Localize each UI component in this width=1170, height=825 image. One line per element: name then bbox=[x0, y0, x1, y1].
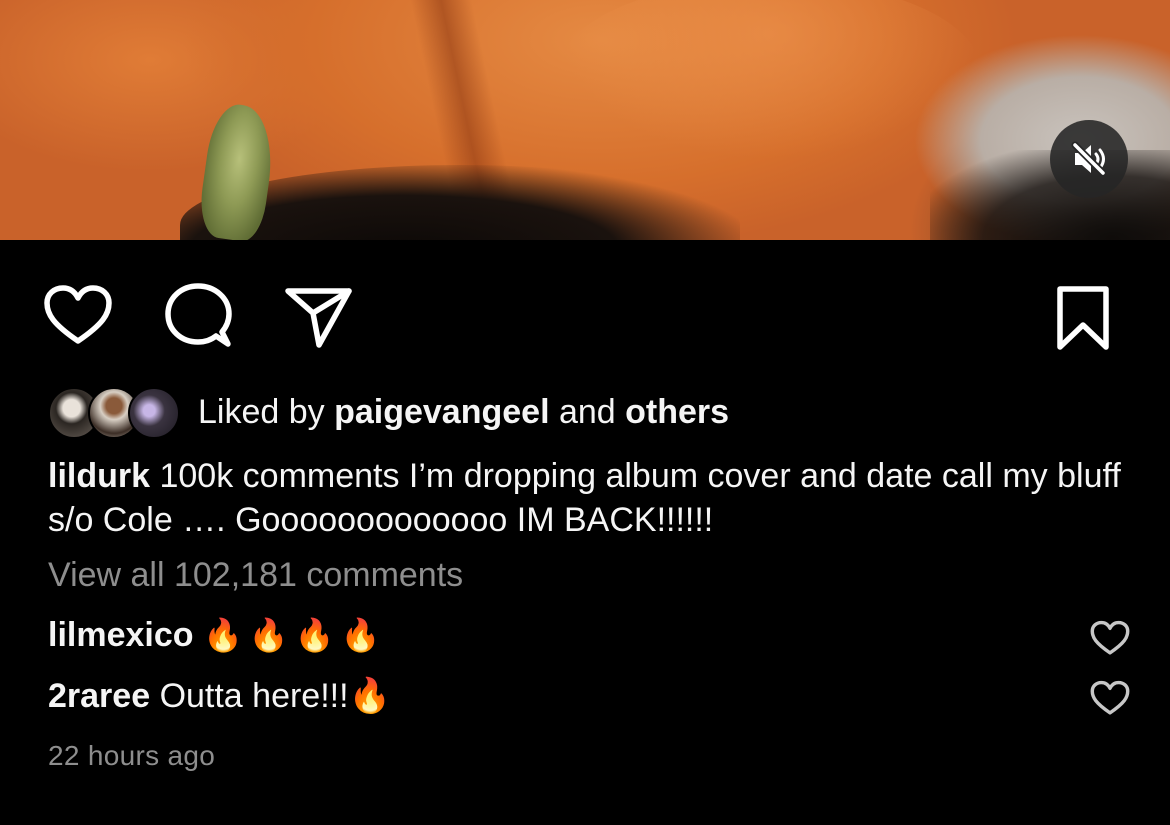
avatar bbox=[128, 387, 180, 439]
comment-bubble-icon bbox=[165, 283, 232, 347]
caption-username[interactable]: lildurk bbox=[48, 457, 150, 495]
media-fabric-highlight bbox=[560, 0, 980, 160]
comment-like-button[interactable] bbox=[1090, 680, 1130, 720]
comment-text: 🔥🔥🔥🔥 bbox=[202, 616, 387, 654]
heart-icon bbox=[44, 285, 112, 344]
comment-row: lilmexico 🔥🔥🔥🔥 bbox=[48, 616, 1048, 655]
likes-others-link[interactable]: others bbox=[625, 393, 729, 431]
like-button[interactable] bbox=[40, 280, 116, 350]
post-timestamp: 22 hours ago bbox=[48, 740, 216, 771]
post-caption: lildurk 100k comments I’m dropping album… bbox=[48, 454, 1138, 542]
likes-summary[interactable]: Liked by paigevangeel and others bbox=[48, 384, 729, 440]
liker-avatars bbox=[48, 385, 180, 439]
comment-row: 2raree Outta here!!!🔥 bbox=[48, 676, 1048, 716]
speaker-muted-icon bbox=[1071, 141, 1107, 177]
comment-text: Outta here!!!🔥 bbox=[159, 677, 391, 715]
bookmark-icon bbox=[1057, 286, 1109, 350]
share-button[interactable] bbox=[282, 280, 354, 352]
save-button[interactable] bbox=[1052, 280, 1114, 356]
likes-prefix: Liked by bbox=[198, 392, 325, 431]
likes-text: Liked by paigevangeel and others bbox=[198, 393, 729, 432]
comment-username[interactable]: lilmexico bbox=[48, 616, 194, 654]
comment-like-button[interactable] bbox=[1090, 620, 1130, 660]
view-all-comments-link[interactable]: View all 102,181 comments bbox=[48, 556, 463, 595]
comment-button[interactable] bbox=[162, 280, 234, 352]
heart-icon bbox=[1090, 680, 1130, 715]
paper-plane-icon bbox=[285, 288, 352, 348]
caption-text: 100k comments I’m dropping album cover a… bbox=[48, 457, 1121, 539]
liker-username[interactable]: paigevangeel bbox=[334, 393, 549, 431]
post-action-bar bbox=[0, 270, 1170, 360]
comment-username[interactable]: 2raree bbox=[48, 677, 150, 715]
mute-toggle-button[interactable] bbox=[1050, 120, 1128, 198]
likes-middle: and bbox=[558, 392, 616, 431]
post-media[interactable] bbox=[0, 0, 1170, 240]
heart-icon bbox=[1090, 620, 1130, 655]
